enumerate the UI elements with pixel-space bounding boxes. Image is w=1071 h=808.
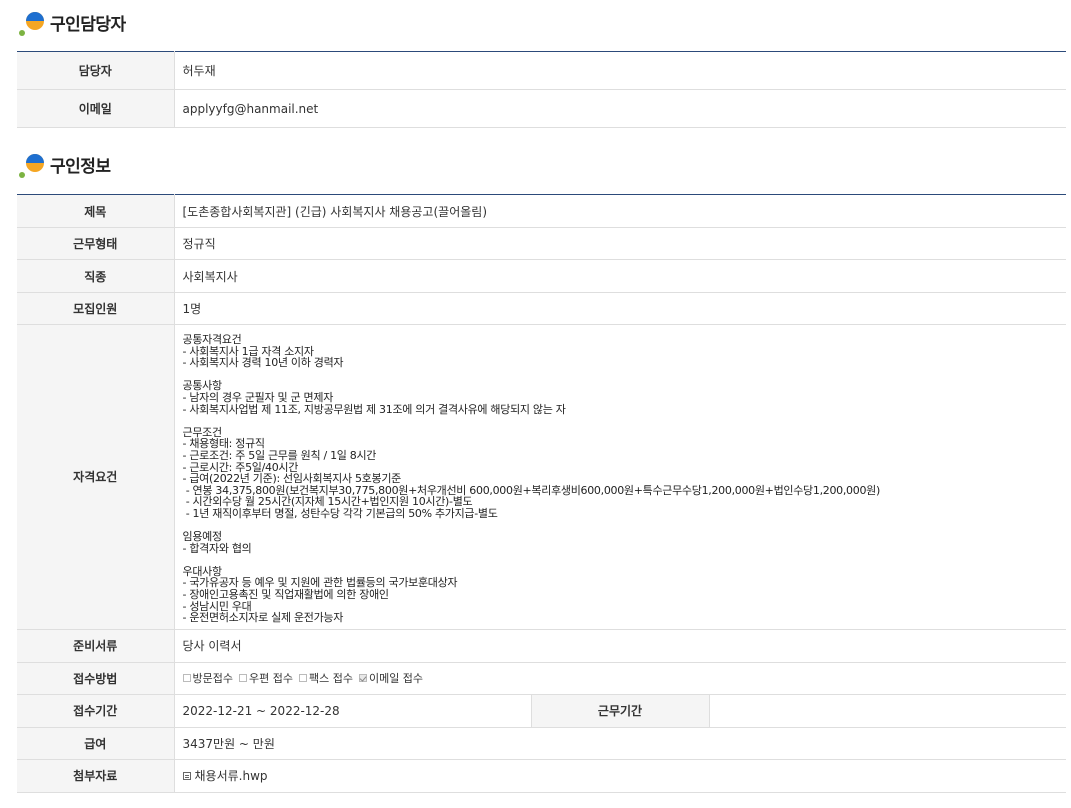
email-value[interactable]: applyyfg@hanmail.net (174, 89, 1066, 128)
requirement-line (183, 415, 1067, 427)
requirements-label: 자격요건 (17, 324, 175, 630)
contact-section-title: 구인담당자 (50, 14, 126, 35)
work-period-value (709, 694, 1066, 728)
requirement-line: 근무조건 (182, 425, 223, 439)
requirement-line: - 운전면허소지자로 실제 운전가능자 (182, 611, 344, 625)
job-section-header: 구인정보 (18, 149, 111, 179)
headcount-value: 1명 (174, 292, 1066, 325)
method-label: 팩스 접수 (308, 672, 353, 686)
requirement-line: - 급여(2022년 기준): 선임사회복지사 5호봉기준 (182, 472, 402, 486)
salary-label: 급여 (17, 727, 175, 760)
method-option: 방문접수 (182, 672, 233, 686)
methods-label: 접수방법 (17, 662, 175, 695)
requirement-line: - 남자의 경우 군필자 및 군 면제자 (182, 390, 334, 404)
period-value: 2022-12-21 ~ 2022-12-28 (174, 694, 532, 728)
table-row: 자격요건 공통자격요건 - 사회복지사 1급 자격 소지자 - 사회복지사 경력 1… (17, 324, 1067, 630)
method-label: 이메일 접수 (368, 672, 424, 686)
methods-value: 방문접수 우편 접수 팩스 접수 이메일 접수 (174, 662, 1066, 695)
table-row: 제목 [도촌종합사회복지관] (긴급) 사회복지사 채용공고(끌어올림) (17, 194, 1066, 228)
method-label: 우편 접수 (248, 672, 293, 686)
job-title-value: [도촌종합사회복지관] (긴급) 사회복지사 채용공고(끌어올림) (174, 194, 1066, 228)
headcount-label: 모집인원 (17, 292, 175, 325)
requirements-value: 공통자격요건 - 사회복지사 1급 자격 소지자 - 사회복지사 경력 10년 이하… (174, 324, 1067, 630)
checkbox-icon (182, 674, 191, 683)
job-section-title: 구인정보 (50, 156, 111, 177)
table-row: 직종 사회복지사 (17, 259, 1066, 293)
requirement-line (183, 369, 1067, 381)
requirement-line: 임용예정 (182, 530, 223, 544)
attachment-label: 첨부자료 (17, 759, 175, 793)
checkbox-icon (298, 674, 307, 683)
documents-label: 준비서류 (17, 629, 175, 663)
job-title-label: 제목 (17, 194, 175, 228)
job-info-table: 제목 [도촌종합사회복지관] (긴급) 사회복지사 채용공고(끌어올림) 근무형… (17, 194, 1066, 793)
checkbox-icon (238, 674, 247, 683)
requirement-line: - 1년 재직이후부터 명절, 성탄수당 각각 기본급의 50% 추가지급-별도 (182, 506, 498, 520)
table-row: 급여 3437만원 ~ 만원 (17, 727, 1066, 760)
period-label: 접수기간 (17, 694, 175, 728)
email-label: 이메일 (17, 89, 175, 128)
requirement-line: 공통자격요건 (182, 333, 242, 346)
table-row: 근무형태 정규직 (17, 227, 1066, 260)
attachment-cell: 채용서류.hwp (174, 759, 1066, 793)
requirement-line: - 사회복지사 경력 10년 이하 경력자 (182, 356, 344, 370)
checkbox-icon (358, 674, 367, 683)
requirement-line (183, 520, 1067, 532)
table-row: 모집인원 1명 (17, 292, 1066, 325)
method-option: 이메일 접수 (358, 672, 424, 686)
occupation-label: 직종 (17, 259, 175, 293)
contact-label: 담당자 (17, 51, 175, 90)
table-row: 이메일 applyyfg@hanmail.net (17, 89, 1066, 128)
occupation-value: 사회복지사 (174, 259, 1066, 293)
section-logo-icon (18, 149, 48, 179)
requirement-line: - 장애인고용촉진 및 직업재활법에 의한 장애인 (182, 588, 390, 602)
contact-section-header: 구인담당자 (18, 7, 126, 37)
table-row: 첨부자료 채용서류.hwp (17, 759, 1066, 793)
table-row: 준비서류 당사 이력서 (17, 629, 1066, 663)
section-logo-icon (18, 7, 48, 37)
attachment-link[interactable]: 채용서류.hwp (195, 769, 268, 783)
work-period-label: 근무기간 (531, 694, 710, 728)
file-icon (182, 771, 191, 780)
method-option: 팩스 접수 (298, 672, 353, 686)
table-row: 접수방법 방문접수 우편 접수 팩스 접수 이메일 접수 (17, 662, 1066, 695)
employment-type-value: 정규직 (174, 227, 1066, 260)
documents-value: 당사 이력서 (174, 629, 1066, 663)
requirement-line (183, 554, 1067, 566)
requirement-line: - 근로조건: 주 5일 근무를 원칙 / 1일 8시간 (182, 448, 377, 462)
method-option: 우편 접수 (238, 672, 293, 686)
requirement-line: - 사회복지사업법 제 11조, 지방공무원법 제 31조에 의거 결격사유에 … (182, 402, 566, 416)
requirement-line: - 합격자와 협의 (182, 541, 252, 555)
table-row: 접수기간 2022-12-21 ~ 2022-12-28 근무기간 (17, 694, 1066, 728)
table-row: 담당자 허두재 (17, 51, 1066, 90)
salary-value: 3437만원 ~ 만원 (174, 727, 1066, 760)
method-label: 방문접수 (192, 672, 233, 686)
employment-type-label: 근무형태 (17, 227, 175, 260)
contact-table: 담당자 허두재 이메일 applyyfg@hanmail.net (17, 51, 1066, 128)
contact-value: 허두재 (174, 51, 1066, 90)
